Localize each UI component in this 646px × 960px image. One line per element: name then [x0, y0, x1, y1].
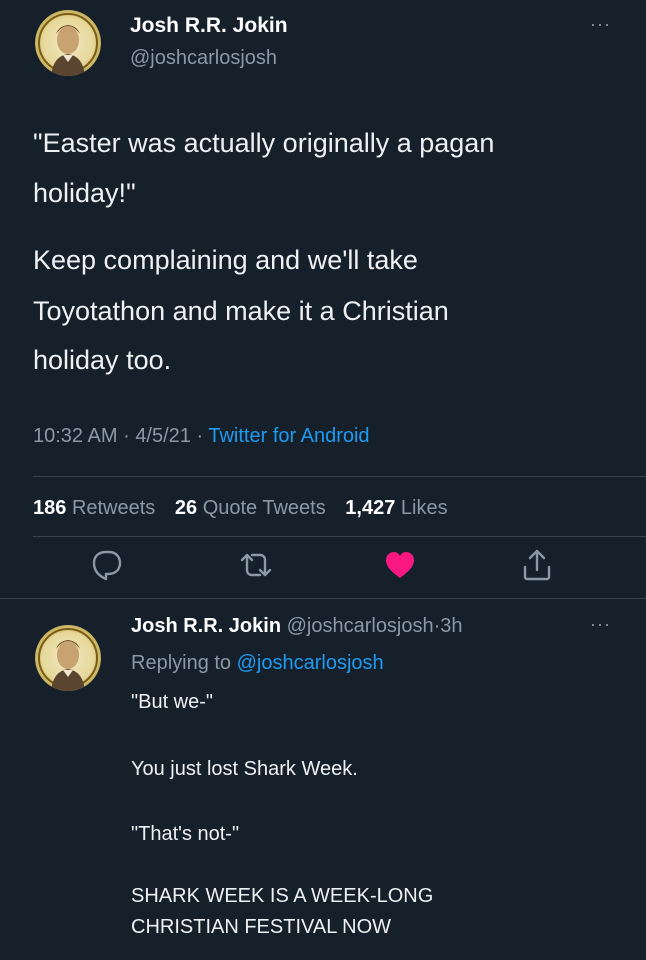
- likes-label: Likes: [400, 497, 448, 519]
- tweet-stats: 186 Retweets 26 Quote Tweets 1,427 Likes: [33, 497, 448, 520]
- more-horizontal-icon[interactable]: ···: [590, 14, 611, 35]
- replying-prefix: Replying to: [131, 652, 232, 674]
- share-icon: [523, 549, 551, 581]
- reply-icon: [92, 550, 122, 581]
- reply-author-avatar[interactable]: [35, 625, 101, 691]
- tweet-meta: 10:32 AM · 4/5/21 · Twitter for Android: [33, 425, 370, 448]
- tweet-text-line-1: "Easter was actually originally a pagan: [33, 128, 495, 158]
- meta-separator: ·: [123, 425, 130, 447]
- retweets-count: 186: [33, 497, 67, 519]
- author-name[interactable]: Josh R.R. Jokin: [130, 14, 288, 38]
- reply-text-line: You just lost Shark Week.: [131, 758, 358, 780]
- tweet-date[interactable]: 4/5/21: [135, 425, 191, 447]
- more-horizontal-icon[interactable]: ···: [590, 614, 611, 635]
- reply-text-line: "But we-": [131, 691, 214, 713]
- portrait-icon: [38, 628, 98, 691]
- tweet-time[interactable]: 10:32 AM: [33, 425, 118, 447]
- reply-text-line: CHRISTIAN FESTIVAL NOW: [131, 916, 392, 938]
- tweet-text-line-3: Keep complaining and we'll take: [33, 245, 418, 275]
- replying-to: Replying to @joshcarlosjosh: [131, 652, 384, 675]
- reply-author-name[interactable]: Josh R.R. Jokin: [131, 615, 281, 637]
- heart-icon: [386, 552, 414, 578]
- replying-handle-link[interactable]: @joshcarlosjosh: [237, 652, 384, 674]
- reply-header: Josh R.R. Jokin @joshcarlosjosh·3h: [131, 615, 463, 638]
- author-handle[interactable]: @joshcarlosjosh: [130, 47, 277, 70]
- reply-text-line: "That's not-": [131, 823, 240, 845]
- like-button[interactable]: [380, 545, 420, 585]
- reply-text-line: SHARK WEEK IS A WEEK-LONG: [131, 885, 434, 907]
- meta-separator: ·: [196, 425, 204, 447]
- tweet-text-line-5: holiday too.: [33, 345, 172, 375]
- tweet-text-line-2: holiday!": [33, 178, 136, 208]
- quotes-count: 26: [174, 497, 198, 519]
- likes-count: 1,427: [345, 497, 396, 519]
- retweet-icon: [240, 553, 272, 577]
- divider: [33, 476, 646, 477]
- reply-button[interactable]: [86, 545, 126, 585]
- portrait-icon: [38, 13, 98, 76]
- tweet-source[interactable]: Twitter for Android: [208, 425, 369, 447]
- retweets-stat[interactable]: 186 Retweets: [33, 497, 155, 519]
- share-button[interactable]: [517, 545, 557, 585]
- divider: [0, 598, 646, 599]
- divider: [33, 536, 646, 537]
- quotes-stat[interactable]: 26 Quote Tweets: [175, 497, 326, 519]
- author-avatar[interactable]: [35, 10, 101, 76]
- retweets-label: Retweets: [71, 497, 156, 519]
- quotes-label: Quote Tweets: [202, 497, 326, 519]
- tweet-text-line-4: Toyotathon and make it a Christian: [33, 296, 449, 326]
- retweet-button[interactable]: [236, 545, 276, 585]
- likes-stat[interactable]: 1,427 Likes: [345, 497, 447, 519]
- reply-author-handle[interactable]: @joshcarlosjosh: [287, 615, 434, 637]
- reply-age[interactable]: 3h: [440, 615, 462, 637]
